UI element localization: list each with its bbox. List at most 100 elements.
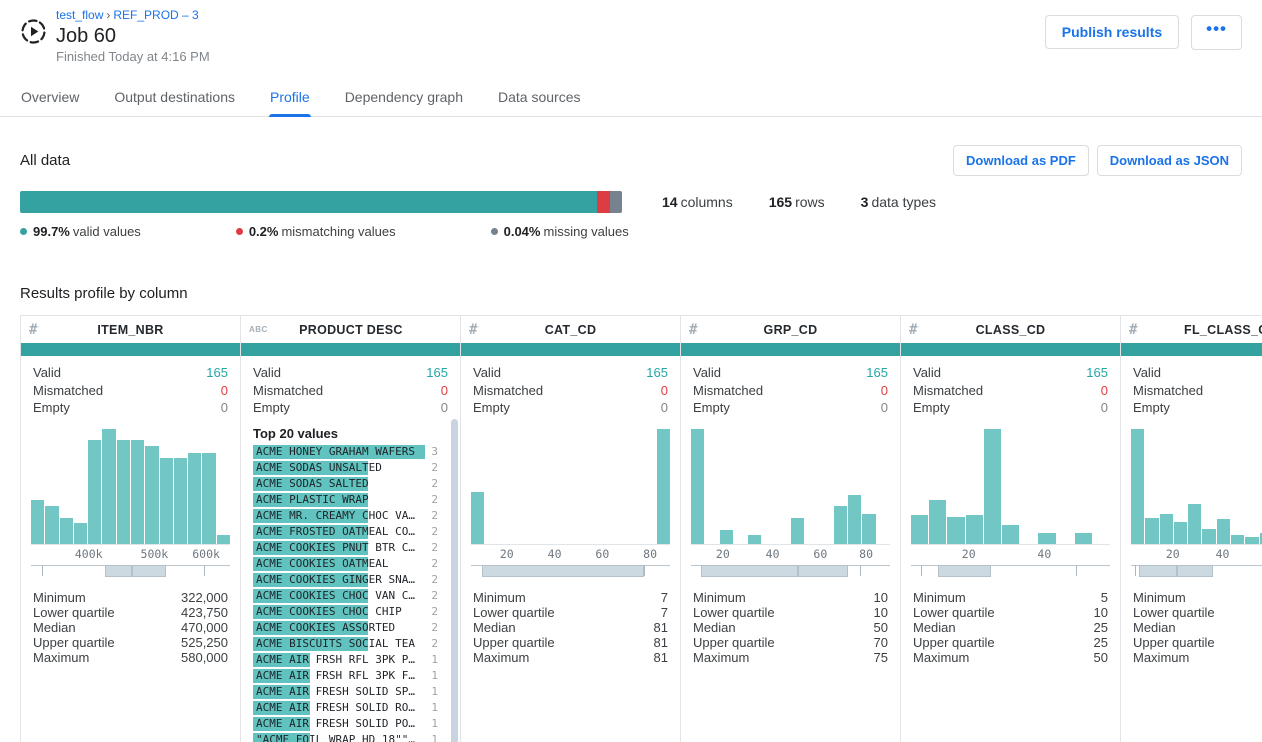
tab-dependency-graph[interactable]: Dependency graph [344, 80, 464, 116]
top-value-count: 2 [430, 573, 438, 586]
histogram-bar[interactable] [720, 530, 733, 544]
histogram-bar[interactable] [45, 506, 58, 544]
histogram-bar[interactable] [174, 458, 187, 543]
tab-data-sources[interactable]: Data sources [497, 80, 581, 116]
column-name: FL_CLASS_CD [1147, 323, 1262, 337]
histogram-bar[interactable] [748, 535, 761, 543]
histogram-bar[interactable] [862, 514, 875, 544]
top-value-row[interactable]: ACME AIR FRSH RFL 3PK P…1 [253, 652, 438, 668]
slider-max-tick [204, 565, 205, 576]
top-value-row[interactable]: ACME AIR FRESH SOLID RO…1 [253, 700, 438, 716]
top-value-row[interactable]: "ACME FOIL WRAP HD 18""…1 [253, 732, 438, 742]
histogram-bar[interactable] [1174, 522, 1187, 544]
histogram-bar[interactable] [202, 453, 215, 544]
slider-max-tick [644, 565, 645, 576]
histogram-bar[interactable] [217, 535, 230, 543]
histogram-bar[interactable] [1188, 504, 1201, 543]
histogram-bar[interactable] [691, 429, 704, 544]
tab-overview[interactable]: Overview [20, 80, 80, 116]
top-value-count: 2 [430, 493, 438, 506]
slider-max-tick [860, 565, 861, 576]
top-value-row[interactable]: ACME HONEY GRAHAM WAFERS3 [253, 444, 438, 460]
slider-quartile-box[interactable] [1139, 565, 1177, 577]
tab-profile[interactable]: Profile [269, 80, 311, 116]
slider-quartile-box[interactable] [482, 565, 644, 577]
histogram-bar[interactable] [131, 440, 144, 544]
count-row: Empty0 [253, 399, 448, 417]
top-value-row[interactable]: ACME FROSTED OATMEAL CO…2 [253, 524, 438, 540]
histogram-bar[interactable] [1245, 537, 1258, 544]
slider-quartile-box[interactable] [1177, 565, 1213, 577]
range-slider[interactable] [1131, 565, 1262, 578]
histogram-bar[interactable] [145, 446, 158, 544]
histogram-bar[interactable] [1038, 533, 1055, 543]
histogram-bar[interactable] [791, 518, 804, 543]
histogram-bar[interactable] [834, 506, 847, 544]
top-value-row[interactable]: ACME AIR FRSH RFL 3PK F…1 [253, 668, 438, 684]
histogram-bar[interactable] [160, 458, 173, 543]
slider-quartile-box[interactable] [701, 565, 799, 577]
column-counts: Valid165Mismatched0Empty0 [681, 356, 900, 417]
histogram-bar[interactable] [947, 517, 964, 543]
top-value-row[interactable]: ACME COOKIES CHOC CHIP2 [253, 604, 438, 620]
top-value-row[interactable]: ACME SODAS UNSALTED2 [253, 460, 438, 476]
histogram-bar[interactable] [471, 492, 484, 544]
column-stats: Minimum10Lower quartile10Median50Upper q… [693, 590, 888, 665]
top-value-row[interactable]: ACME AIR FRESH SOLID SP…1 [253, 684, 438, 700]
histogram-bar[interactable] [657, 429, 670, 544]
range-slider[interactable] [691, 565, 890, 578]
slider-quartile-box[interactable] [105, 565, 133, 577]
top-value-row[interactable]: ACME BISCUITS SOCIAL TEA2 [253, 636, 438, 652]
more-actions-button[interactable]: ••• [1191, 15, 1242, 50]
top-value-row[interactable]: ACME COOKIES PNUT BTR C…2 [253, 540, 438, 556]
top-value-row[interactable]: ACME COOKIES CHOC VAN C…2 [253, 588, 438, 604]
stat-label: Upper quartile [33, 635, 115, 650]
histogram-bar[interactable] [188, 453, 201, 544]
slider-quartile-box[interactable] [938, 565, 991, 577]
top-value-row[interactable]: ACME COOKIES ASSORTED2 [253, 620, 438, 636]
breadcrumb-node-link[interactable]: REF_PROD – 3 [113, 8, 198, 22]
histogram-bar[interactable] [911, 515, 928, 544]
download-pdf-button[interactable]: Download as PDF [953, 145, 1089, 176]
top-value-text: ACME COOKIES GINGER SNA… [253, 572, 425, 588]
top-value-row[interactable]: ACME COOKIES GINGER SNA… 2 [253, 572, 438, 588]
histogram-axis: 2040 [911, 546, 1110, 562]
slider-quartile-box[interactable] [132, 565, 166, 577]
histogram-bar[interactable] [1075, 533, 1092, 543]
range-slider[interactable] [911, 565, 1110, 578]
histogram-bar[interactable] [966, 515, 983, 544]
summary-stat-data-types: 3data types [861, 194, 936, 210]
histogram-bar[interactable] [984, 429, 1001, 544]
download-json-button[interactable]: Download as JSON [1097, 145, 1242, 176]
histogram-bar[interactable] [74, 523, 87, 544]
histogram-bar[interactable] [1131, 429, 1144, 544]
publish-results-button[interactable]: Publish results [1045, 15, 1179, 49]
histogram-bar[interactable] [31, 500, 44, 544]
histogram-bar[interactable] [88, 440, 101, 544]
histogram-bar[interactable] [1002, 525, 1019, 543]
top-value-row[interactable]: ACME COOKIES OATMEAL2 [253, 556, 438, 572]
histogram-bar[interactable] [1202, 529, 1215, 544]
histogram-bar[interactable] [848, 495, 861, 543]
tab-output-destinations[interactable]: Output destinations [113, 80, 236, 116]
top-value-row[interactable]: ACME PLASTIC WRAP2 [253, 492, 438, 508]
top-value-row[interactable]: ACME AIR FRESH SOLID PO…1 [253, 716, 438, 732]
breadcrumb-flow-link[interactable]: test_flow [56, 8, 103, 22]
histogram-bar[interactable] [60, 518, 73, 543]
top-value-row[interactable]: ACME MR. CREAMY CHOC VA…2 [253, 508, 438, 524]
histogram-bar[interactable] [1145, 518, 1158, 543]
range-slider[interactable] [471, 565, 670, 578]
slider-quartile-box[interactable] [798, 565, 848, 577]
top-value-row[interactable]: ACME SODAS SALTED2 [253, 476, 438, 492]
histogram-bar[interactable] [1217, 519, 1230, 543]
histogram-bar[interactable] [102, 429, 115, 544]
histogram-bar[interactable] [1231, 535, 1244, 543]
histogram-bar[interactable] [1160, 514, 1173, 544]
stat-value: 70 [874, 635, 888, 650]
histogram-bar[interactable] [117, 440, 130, 544]
top-values-scrollbar[interactable] [451, 419, 458, 742]
histogram-bar[interactable] [929, 500, 946, 544]
page-header: test_flow›REF_PROD – 3 Job 60 Finished T… [0, 0, 1262, 66]
numeric-type-icon: # [29, 322, 47, 338]
range-slider[interactable] [31, 565, 230, 578]
